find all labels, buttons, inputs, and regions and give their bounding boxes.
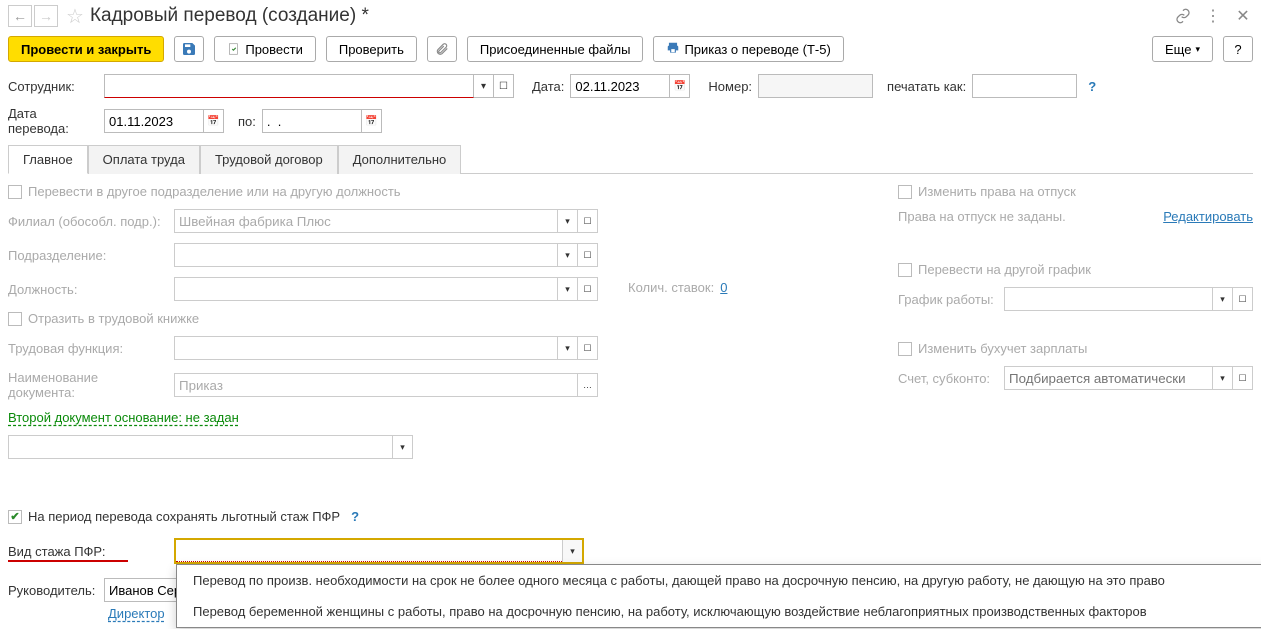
second-doc-link[interactable]: Второй документ основание: не задан xyxy=(8,410,239,425)
record-book-label: Отразить в трудовой книжке xyxy=(28,311,199,326)
print-icon xyxy=(666,41,680,58)
calendar-icon[interactable]: 📅 xyxy=(204,109,224,133)
number-label: Номер: xyxy=(708,79,752,94)
position-input[interactable] xyxy=(174,277,558,301)
director-link[interactable]: Директор xyxy=(108,606,165,621)
menu-dots-icon[interactable]: ⋮ xyxy=(1203,6,1223,26)
nav-back-button[interactable]: ← xyxy=(8,5,32,27)
dropdown-icon[interactable]: ▾ xyxy=(1213,366,1233,390)
open-icon[interactable]: ☐ xyxy=(578,209,598,233)
pfr-option-2[interactable]: Перевод беременной женщины с работы, пра… xyxy=(177,596,1261,627)
print-as-label: печатать как: xyxy=(887,79,966,94)
transfer-schedule-checkbox[interactable] xyxy=(898,263,912,277)
tab-payment[interactable]: Оплата труда xyxy=(88,145,200,174)
reason-input[interactable] xyxy=(8,435,393,459)
employee-input[interactable] xyxy=(104,74,474,98)
pfr-type-select[interactable]: ▾ Перевод по произв. необходимости на ср… xyxy=(174,538,584,564)
dropdown-icon[interactable]: ▾ xyxy=(562,540,582,562)
change-vacation-checkbox[interactable] xyxy=(898,185,912,199)
save-button[interactable] xyxy=(174,36,204,62)
dropdown-icon[interactable]: ▾ xyxy=(558,209,578,233)
close-icon[interactable]: ✕ xyxy=(1233,6,1253,26)
schedule-input[interactable] xyxy=(1004,287,1213,311)
transfer-dept-checkbox[interactable] xyxy=(8,185,22,199)
date-input[interactable] xyxy=(570,74,670,98)
dept-input[interactable] xyxy=(174,243,558,267)
calendar-icon[interactable]: 📅 xyxy=(362,109,382,133)
transfer-schedule-label: Перевести на другой график xyxy=(918,262,1091,277)
dropdown-icon[interactable]: ▾ xyxy=(558,243,578,267)
doc-name-label: Наименование документа: xyxy=(8,370,168,400)
dropdown-icon[interactable]: ▾ xyxy=(558,277,578,301)
transfer-date-input[interactable] xyxy=(104,109,204,133)
tab-main[interactable]: Главное xyxy=(8,145,88,174)
manager-label: Руководитель: xyxy=(8,583,98,598)
pfr-type-dropdown: Перевод по произв. необходимости на срок… xyxy=(176,564,1261,628)
dept-label: Подразделение: xyxy=(8,248,168,263)
labor-func-label: Трудовая функция: xyxy=(8,341,168,356)
number-input[interactable] xyxy=(758,74,873,98)
order-t5-button[interactable]: Приказ о переводе (Т-5) xyxy=(653,36,843,62)
employee-open-icon[interactable]: ☐ xyxy=(494,74,514,98)
to-label: по: xyxy=(238,114,256,129)
transfer-dept-label: Перевести в другое подразделение или на … xyxy=(28,184,401,199)
employee-label: Сотрудник: xyxy=(8,79,98,94)
favorite-star-icon[interactable]: ☆ xyxy=(66,4,84,29)
edit-vacation-link[interactable]: Редактировать xyxy=(1163,209,1253,224)
rates-label: Колич. ставок: xyxy=(628,280,714,295)
open-icon[interactable]: ☐ xyxy=(1233,366,1253,390)
print-as-input[interactable] xyxy=(972,74,1077,98)
vacation-text: Права на отпуск не заданы. xyxy=(898,209,1066,224)
change-payroll-checkbox[interactable] xyxy=(898,342,912,356)
tab-contract[interactable]: Трудовой договор xyxy=(200,145,338,174)
post-close-button[interactable]: Провести и закрыть xyxy=(8,36,164,62)
labor-func-input[interactable] xyxy=(174,336,558,360)
open-icon[interactable]: ☐ xyxy=(578,277,598,301)
attach-button[interactable] xyxy=(427,36,457,62)
dropdown-icon[interactable]: ▾ xyxy=(393,435,413,459)
account-input[interactable] xyxy=(1004,366,1213,390)
help-icon[interactable]: ? xyxy=(1083,79,1101,94)
tab-additional[interactable]: Дополнительно xyxy=(338,145,462,174)
date-label: Дата: xyxy=(532,79,564,94)
ellipsis-icon[interactable]: … xyxy=(578,373,598,397)
manager-input[interactable] xyxy=(104,578,184,602)
help-button[interactable]: ? xyxy=(1223,36,1253,62)
branch-input[interactable] xyxy=(174,209,558,233)
keep-pref-label: На период перевода сохранять льготный ст… xyxy=(28,509,340,524)
help-icon[interactable]: ? xyxy=(346,509,364,524)
branch-label: Филиал (обособл. подр.): xyxy=(8,214,168,229)
keep-pref-checkbox[interactable]: ✔ xyxy=(8,510,22,524)
check-button[interactable]: Проверить xyxy=(326,36,417,62)
attached-files-button[interactable]: Присоединенные файлы xyxy=(467,36,644,62)
calendar-icon[interactable]: 📅 xyxy=(670,74,690,98)
pfr-type-input[interactable] xyxy=(176,540,562,562)
post-button[interactable]: Провести xyxy=(214,36,316,62)
pfr-type-label: Вид стажа ПФР: xyxy=(8,544,168,559)
employee-select-icon[interactable]: ▾ xyxy=(474,74,494,98)
open-icon[interactable]: ☐ xyxy=(578,243,598,267)
nav-forward-button[interactable]: → xyxy=(34,5,58,27)
link-icon[interactable] xyxy=(1173,6,1193,26)
position-label: Должность: xyxy=(8,282,168,297)
form-title: Кадровый перевод (создание) * xyxy=(90,5,1173,27)
pfr-option-1[interactable]: Перевод по произв. необходимости на срок… xyxy=(177,565,1261,596)
record-book-checkbox[interactable] xyxy=(8,312,22,326)
change-vacation-label: Изменить права на отпуск xyxy=(918,184,1076,199)
open-icon[interactable]: ☐ xyxy=(1233,287,1253,311)
dropdown-icon[interactable]: ▾ xyxy=(558,336,578,360)
dropdown-icon[interactable]: ▾ xyxy=(1213,287,1233,311)
doc-name-input[interactable] xyxy=(174,373,578,397)
change-payroll-label: Изменить бухучет зарплаты xyxy=(918,341,1087,356)
open-icon[interactable]: ☐ xyxy=(578,336,598,360)
schedule-label: График работы: xyxy=(898,292,998,307)
more-button[interactable]: Еще ▾ xyxy=(1152,36,1213,62)
transfer-date-to-input[interactable] xyxy=(262,109,362,133)
account-label: Счет, субконто: xyxy=(898,371,998,386)
rates-value-link[interactable]: 0 xyxy=(720,280,727,295)
transfer-date-label: Дата перевода: xyxy=(8,106,98,136)
